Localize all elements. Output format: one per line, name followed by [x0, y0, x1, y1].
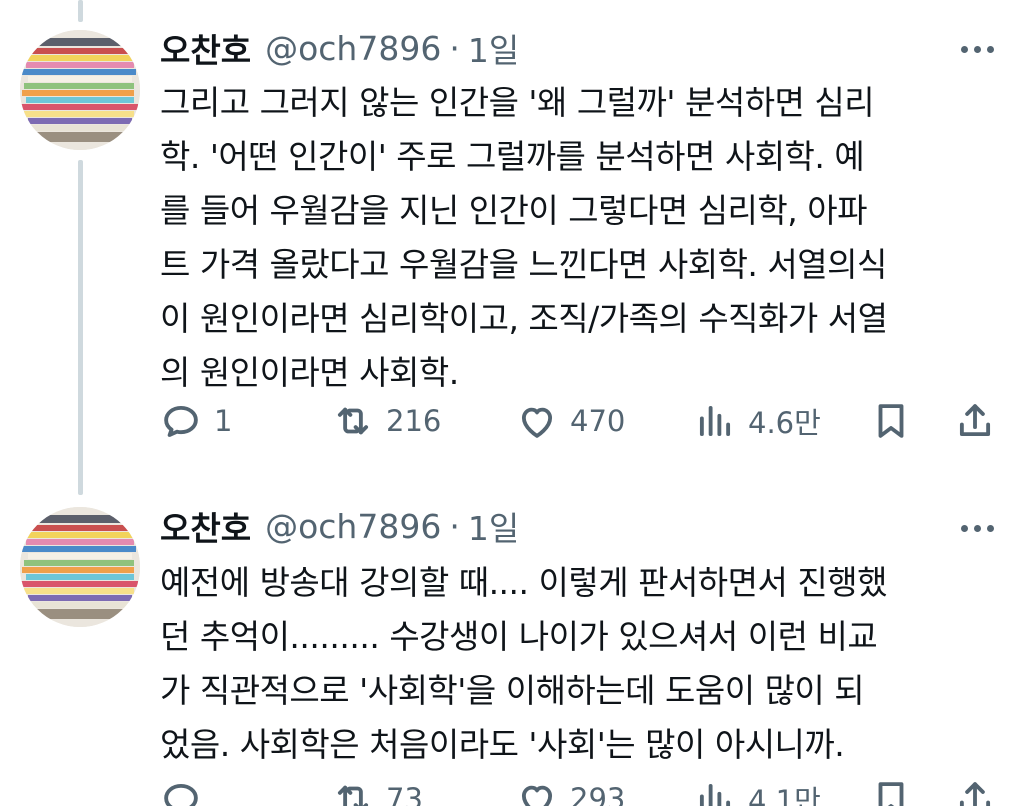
bookmark-icon: [878, 782, 904, 806]
author-name[interactable]: 오찬호: [160, 24, 251, 72]
action-bar: 73 293 4.1만: [160, 776, 1000, 806]
tweet-text: 예전에 방송대 강의할 때.... 이렇게 판서하면서 진행했 던 추억이...…: [160, 556, 1000, 772]
share-icon: [959, 782, 991, 806]
retweet-icon: [337, 785, 369, 806]
action-bar: 1 216 470 4.6만: [160, 398, 1000, 444]
reply-button[interactable]: 1: [160, 398, 232, 444]
view-count: 4.1만: [748, 784, 821, 806]
reply-icon: [164, 405, 198, 437]
tweet-text-line: 그리고 그러지 않는 인간을 '왜 그럴까' 분석하면 심리: [160, 83, 875, 122]
like-count: 470: [570, 404, 626, 438]
avatar[interactable]: [20, 507, 140, 627]
author-handle[interactable]: @och7896: [265, 29, 441, 68]
bookmark-icon: [878, 404, 904, 438]
tweet-text-line: 예전에 방송대 강의할 때.... 이렇게 판서하면서 진행했: [160, 563, 887, 602]
reply-icon: [164, 783, 198, 806]
like-icon: [521, 785, 553, 806]
author-handle[interactable]: @och7896: [265, 507, 441, 546]
tweet[interactable]: 오찬호 @och7896 · 1일 예전에 방송대 강의할 때.... 이렇게 …: [0, 500, 1024, 806]
tweet-header: 오찬호 @och7896 · 1일: [160, 24, 519, 72]
tweet-text-line: 었음. 사회학은 처음이라도 '사회'는 많이 아시니까.: [160, 725, 845, 764]
tweet-text-line: 학. '어떤 인간이' 주로 그럴까를 분석하면 사회학. 예: [160, 137, 865, 176]
more-icon[interactable]: [961, 525, 994, 532]
retweet-button[interactable]: 216: [332, 398, 441, 444]
tweet-text-line: 의 원인이라면 사회학.: [160, 353, 459, 392]
separator-dot: ·: [449, 506, 460, 546]
view-count: 4.6만: [748, 406, 821, 440]
tweet-text-line: 트 가격 올랐다고 우월감을 느낀다면 사회학. 서열의식: [160, 245, 887, 284]
tweet-text-line: 던 추억이......... 수강생이 나이가 있으셔서 이런 비교: [160, 617, 878, 656]
like-button[interactable]: 293: [516, 776, 625, 806]
bookmark-button[interactable]: [870, 398, 912, 444]
tweet-text-line: 가 직관적으로 '사회학'을 이해하는데 도움이 많이 되: [160, 671, 865, 710]
share-icon: [959, 404, 991, 437]
retweet-icon: [337, 407, 369, 435]
like-icon: [521, 407, 553, 438]
views-icon: [699, 405, 731, 437]
more-icon[interactable]: [961, 46, 994, 53]
tweet-text-line: 를 들어 우월감을 지닌 인간이 그렇다면 심리학, 아파: [160, 191, 867, 230]
bookmark-button[interactable]: [870, 776, 912, 806]
tweet[interactable]: 오찬호 @och7896 · 1일 그리고 그러지 않는 인간을 '왜 그럴까'…: [0, 0, 1024, 500]
views-button[interactable]: 4.1만: [694, 776, 821, 806]
share-button[interactable]: [954, 776, 996, 806]
views-icon: [699, 783, 731, 806]
like-button[interactable]: 470: [516, 398, 625, 444]
separator-dot: ·: [449, 28, 460, 68]
retweet-button[interactable]: 73: [332, 776, 423, 806]
timestamp[interactable]: 1일: [468, 502, 519, 550]
share-button[interactable]: [954, 398, 996, 444]
views-button[interactable]: 4.6만: [694, 398, 821, 444]
like-count: 293: [570, 782, 626, 806]
tweet-text-line: 이 원인이라면 심리학이고, 조직/가족의 수직화가 서열: [160, 299, 888, 338]
avatar-bookshelf-image: [20, 507, 140, 627]
tweet-header: 오찬호 @och7896 · 1일: [160, 502, 519, 550]
retweet-count: 216: [386, 404, 442, 438]
reply-button[interactable]: [160, 776, 214, 806]
retweet-count: 73: [386, 782, 423, 806]
timestamp[interactable]: 1일: [468, 24, 519, 72]
avatar-bookshelf-image: [20, 30, 140, 150]
avatar[interactable]: [20, 30, 140, 150]
tweet-text: 그리고 그러지 않는 인간을 '왜 그럴까' 분석하면 심리 학. '어떤 인간…: [160, 76, 1000, 400]
reply-count: 1: [214, 404, 233, 438]
author-name[interactable]: 오찬호: [160, 502, 251, 550]
